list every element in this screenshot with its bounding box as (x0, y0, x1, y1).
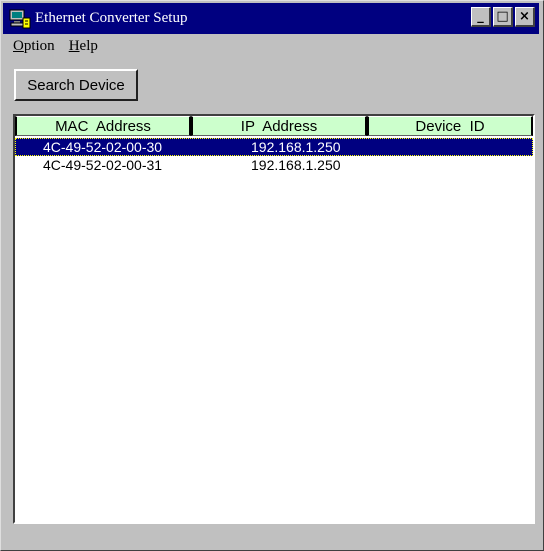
table-row[interactable]: 4C-49-52-02-00-30 192.168.1.250 (15, 138, 533, 156)
device-list[interactable]: MAC Address IP Address Device ID 4C-49-5… (13, 114, 535, 524)
search-device-button[interactable]: Search Device (14, 69, 138, 101)
list-rows: 4C-49-52-02-00-30 192.168.1.250 4C-49-52… (15, 138, 533, 174)
cell-mac: 4C-49-52-02-00-31 (43, 157, 163, 173)
maximize-button[interactable]: □ (493, 7, 513, 27)
list-header: MAC Address IP Address Device ID (15, 116, 533, 136)
table-row[interactable]: 4C-49-52-02-00-31 192.168.1.250 (15, 156, 533, 174)
menu-option-rest: ption (23, 38, 55, 54)
menu-option[interactable]: Option (12, 38, 56, 60)
computer-network-icon (9, 9, 31, 29)
cell-ip: 192.168.1.250 (251, 157, 341, 173)
cell-ip: 192.168.1.250 (251, 139, 341, 155)
app-window: Ethernet Converter Setup _ □ × Option He… (0, 0, 544, 551)
title-controls: _ □ × (471, 7, 535, 27)
maximize-icon: □ (496, 9, 509, 24)
minimize-button[interactable]: _ (471, 7, 491, 27)
column-header-ip[interactable]: IP Address (191, 116, 367, 136)
column-header-mac[interactable]: MAC Address (15, 116, 191, 136)
cell-mac: 4C-49-52-02-00-30 (43, 139, 163, 155)
minimize-icon: _ (477, 9, 484, 24)
title-bar[interactable]: Ethernet Converter Setup _ □ × (3, 3, 539, 34)
menu-help[interactable]: Help (68, 38, 99, 60)
menu-option-accel: O (13, 38, 24, 54)
close-button[interactable]: × (515, 7, 535, 27)
menu-bar: Option Help (12, 38, 99, 60)
column-header-device-id[interactable]: Device ID (367, 116, 533, 136)
menu-help-rest: elp (79, 38, 98, 54)
menu-help-accel: H (68, 38, 80, 54)
close-icon: × (519, 9, 530, 24)
window-title: Ethernet Converter Setup (35, 10, 188, 26)
